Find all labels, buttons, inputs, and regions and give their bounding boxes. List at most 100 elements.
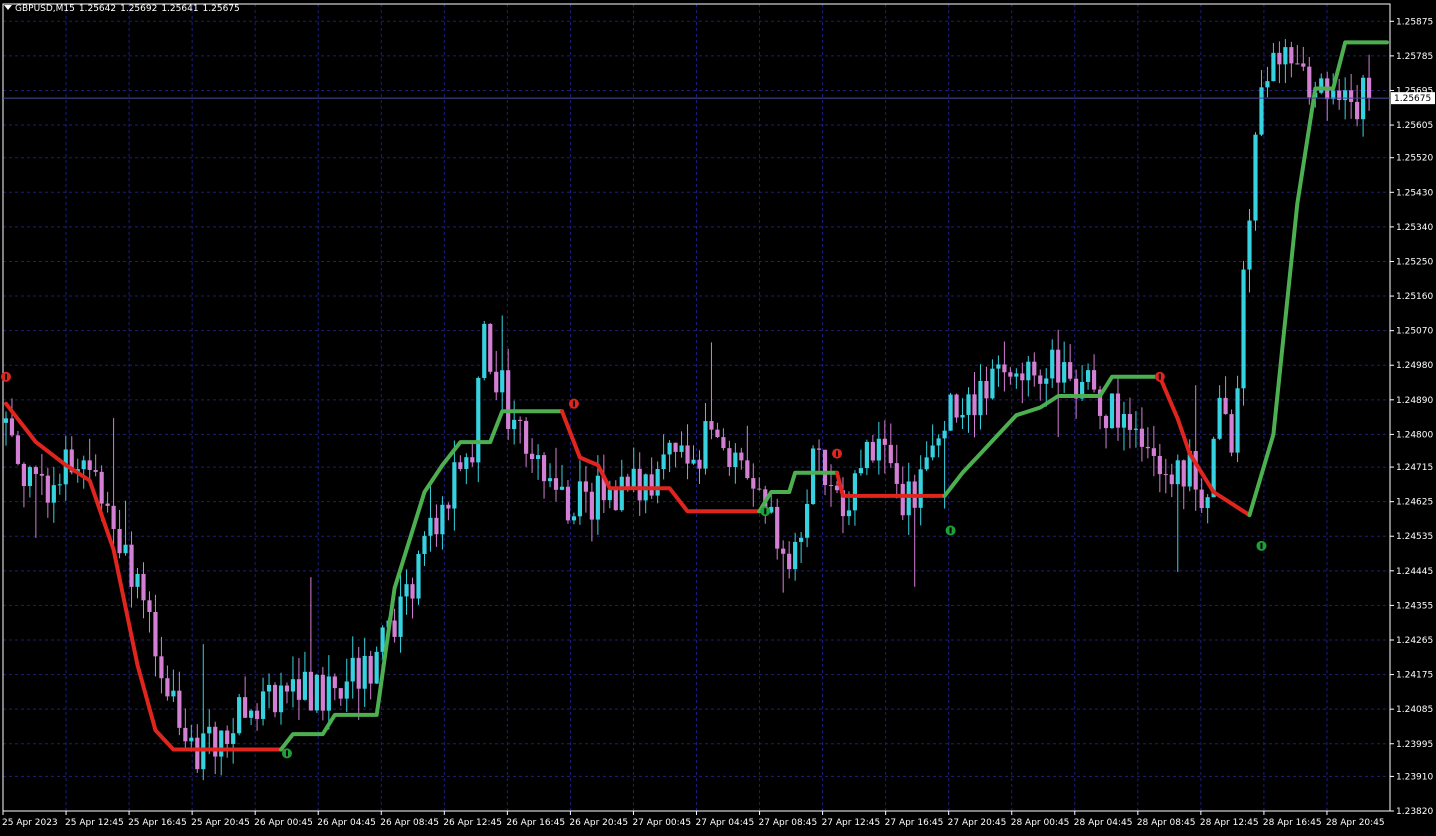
candle-body [637, 468, 642, 501]
candle-body [589, 491, 594, 520]
candle-body [1229, 414, 1234, 453]
symbol-label: GBPUSD,M15 [15, 4, 75, 14]
candle-body [308, 671, 313, 711]
x-tick-label: 28 Apr 16:45 [1263, 818, 1322, 828]
candle-body [996, 364, 1001, 369]
candle-body [1133, 428, 1139, 430]
candle-body [745, 460, 750, 479]
candle-body [1115, 393, 1121, 428]
candle-body [458, 462, 463, 469]
candle-body [530, 453, 535, 460]
x-tick-label: 27 Apr 08:45 [759, 818, 818, 828]
candle-body [805, 503, 810, 538]
y-tick-label: 1.25250 [1396, 257, 1433, 267]
sell-signal-icon [1154, 371, 1165, 382]
candle-body [984, 380, 989, 399]
candle-body [787, 553, 792, 570]
candle-body [709, 421, 714, 430]
candle-body [33, 467, 38, 474]
candle-body [123, 544, 128, 554]
candle-body [793, 541, 798, 570]
candle-body [51, 485, 56, 503]
candle-body [1319, 78, 1324, 93]
candle-body [452, 462, 457, 509]
candle-body [266, 684, 272, 692]
candle-body [374, 651, 379, 684]
uptrend-line [942, 374, 1162, 498]
candle-body [1247, 220, 1252, 270]
candle-body [894, 463, 899, 484]
candle-body [416, 553, 421, 599]
candle-body [1235, 388, 1240, 453]
candle-body [1193, 451, 1198, 490]
candle-body [165, 678, 170, 697]
candle-body [141, 573, 146, 601]
candle-body [57, 484, 62, 486]
candle-body [858, 468, 863, 474]
x-tick-label: 28 Apr 12:45 [1200, 818, 1259, 828]
candle-body [727, 448, 732, 468]
candle-body [1002, 364, 1007, 373]
current-price-label: 1.25675 [1394, 94, 1431, 104]
candle-body [243, 697, 248, 718]
candle-body [619, 476, 624, 511]
candle-body [751, 478, 756, 489]
candle-body [966, 394, 971, 415]
y-tick-label: 1.25340 [1396, 223, 1433, 233]
y-tick-label: 1.24625 [1396, 498, 1433, 508]
candle-body [87, 460, 92, 470]
candle-body [900, 483, 905, 516]
candle-body [565, 486, 571, 521]
candle-body [1277, 52, 1282, 65]
candle-body [721, 437, 726, 449]
candle-body [524, 420, 529, 454]
candle-body [398, 596, 403, 637]
candle-body [864, 441, 869, 469]
chart-canvas[interactable]: 1.258751.257851.256951.256051.255201.254… [0, 0, 1436, 832]
candle-body [1014, 373, 1019, 377]
candle-body [1044, 378, 1049, 384]
candle-body [272, 684, 278, 713]
candle-body [1151, 448, 1156, 456]
x-tick-label: 26 Apr 20:45 [569, 818, 628, 828]
y-tick-label: 1.24800 [1396, 430, 1433, 440]
x-tick-label: 28 Apr 08:45 [1137, 818, 1196, 828]
candle-body [739, 452, 744, 461]
candle-body [1169, 474, 1174, 485]
candle-body [954, 394, 959, 418]
price-chart[interactable]: 1.25875 1.25785 1.25695 1.25605 1.25520 1.254… [0, 0, 1436, 832]
candle-body [1175, 460, 1180, 485]
candle-body [822, 449, 828, 486]
candle-body [464, 457, 469, 469]
x-tick-label: 28 Apr 00:45 [1011, 818, 1070, 828]
y-tick-label: 1.24535 [1396, 532, 1433, 542]
chevron-down-icon[interactable] [4, 5, 12, 10]
x-tick-label: 25 Apr 12:45 [65, 818, 124, 828]
candle-body [290, 679, 296, 692]
candle-body [207, 726, 212, 734]
y-tick-label: 1.24445 [1396, 567, 1433, 577]
x-tick-label: 27 Apr 00:45 [632, 818, 691, 828]
candle-body [1085, 370, 1091, 382]
candle-body [470, 457, 475, 463]
candle-body [1301, 63, 1306, 67]
candle-body [799, 537, 804, 542]
candle-body [960, 414, 965, 418]
candle-body [1217, 397, 1222, 439]
candle-body [1265, 81, 1270, 88]
high-price: 1.25692 [120, 4, 158, 14]
x-tick-label: 26 Apr 16:45 [506, 818, 565, 828]
buy-signal-icon [281, 748, 292, 759]
candle-body [918, 469, 923, 508]
candle-body [685, 445, 690, 464]
candle-body [111, 505, 116, 529]
candle-body [1008, 372, 1013, 377]
candle-body [1241, 269, 1246, 389]
y-tick-label: 1.24890 [1396, 396, 1433, 406]
y-tick-label: 1.24265 [1396, 636, 1433, 646]
y-tick-label: 1.23820 [1396, 807, 1433, 817]
candle-body [159, 656, 164, 679]
candle-body [440, 504, 445, 535]
candle-body [189, 737, 194, 742]
candle-body [1157, 455, 1162, 475]
